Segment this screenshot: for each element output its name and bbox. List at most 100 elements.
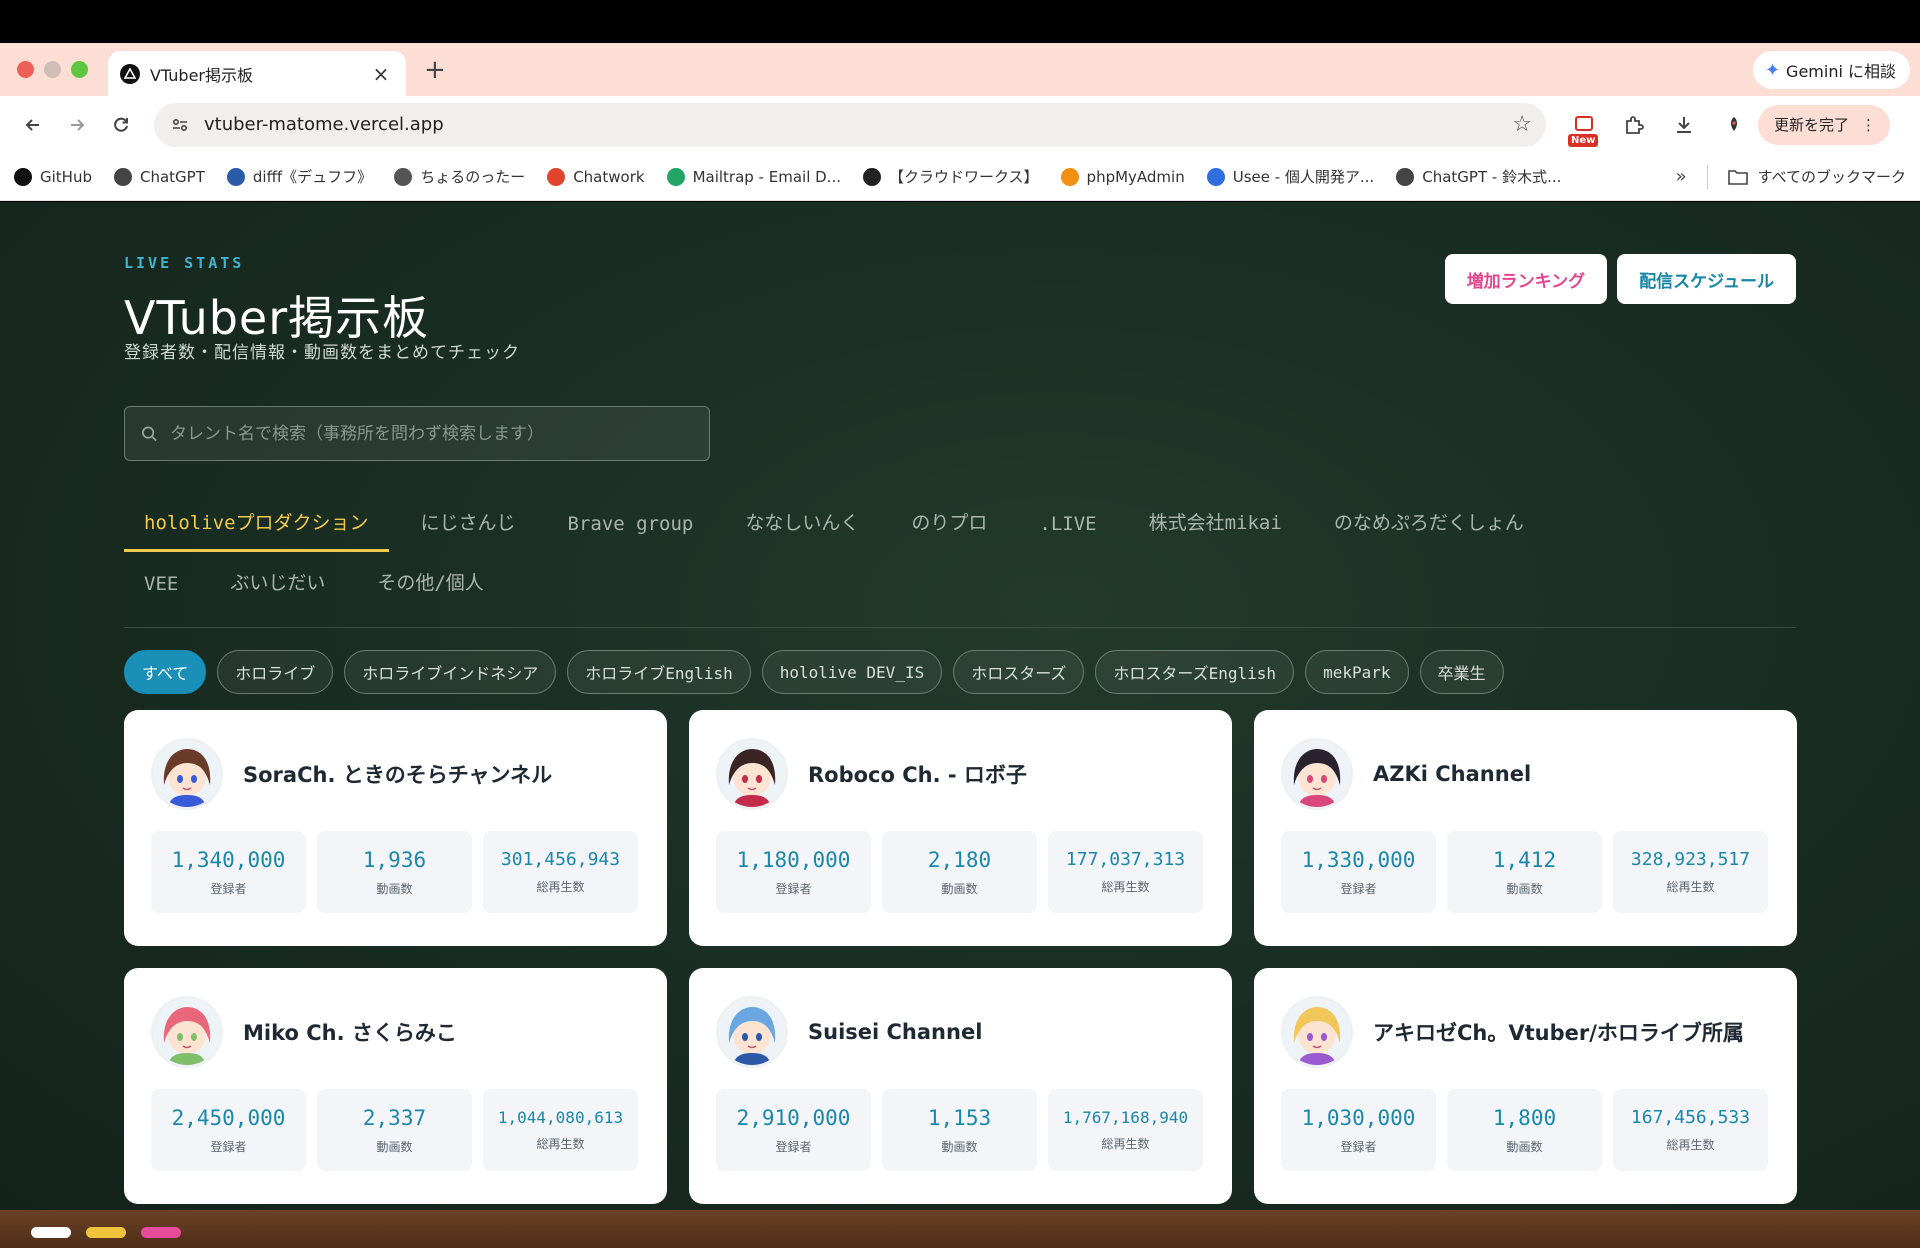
filter-chip[interactable]: ホロスターズ (953, 650, 1085, 694)
site-info-icon[interactable] (166, 111, 194, 139)
new-tab-button[interactable]: + (424, 57, 446, 83)
close-window-button[interactable] (17, 61, 34, 78)
browser-tab[interactable]: VTuber掲示板 × (108, 51, 406, 96)
bookmark-item[interactable]: phpMyAdmin (1060, 167, 1185, 186)
address-bar[interactable]: vtuber-matome.vercel.app ☆ (154, 102, 1546, 147)
update-chrome-button[interactable]: 更新を完了 ⋮ (1758, 104, 1891, 145)
card-header: Miko Ch. さくらみこ (151, 996, 640, 1068)
zoom-window-button[interactable] (71, 61, 88, 78)
reload-button[interactable] (104, 108, 138, 142)
channel-card[interactable]: アキロゼCh。Vtuber/ホロライブ所属 1,030,000 登録者 1,800 動画… (1254, 968, 1797, 1204)
browser-toolbar: vtuber-matome.vercel.app ☆ New 更新を完了 ⋮ (0, 96, 1920, 153)
filter-chip[interactable]: 卒業生 (1419, 650, 1504, 694)
filter-chip[interactable]: hololive DEV_IS (761, 650, 943, 694)
bookmarks-bar: GitHub ChatGPT difff《デュフフ》 ちょるのったー Chatwork M… (0, 153, 1920, 201)
total-views-stat: 328,923,517 総再生数 (1613, 831, 1768, 913)
channel-card[interactable]: Suisei Channel 2,910,000 登録者 1,153 動画数 1,767,… (689, 968, 1232, 1204)
difff-icon (226, 167, 245, 186)
stat-label: 動画数 (376, 881, 413, 896)
search-box (124, 406, 710, 461)
minimize-window-button[interactable] (44, 61, 61, 78)
all-bookmarks-label: すべてのブックマーク (1757, 168, 1906, 186)
stat-value: 1,044,080,613 (497, 1108, 624, 1127)
crowdworks-icon (862, 167, 881, 186)
back-button[interactable] (16, 108, 50, 142)
agency-tab[interactable]: VEE (124, 573, 198, 612)
dock-indicator-white (31, 1227, 71, 1238)
bottom-dock (0, 1210, 1920, 1248)
channel-card[interactable]: AZKi Channel 1,330,000 登録者 1,412 動画数 328,923,… (1254, 710, 1797, 946)
agency-tab[interactable]: .LIVE (1019, 513, 1116, 552)
bookmark-item[interactable]: Usee - 個人開発ア... (1206, 166, 1374, 187)
search-input[interactable] (170, 423, 693, 444)
bookmark-item[interactable]: Chatwork (547, 167, 645, 186)
url-text: vtuber-matome.vercel.app (204, 114, 444, 135)
stat-label: 総再生数 (1101, 1137, 1150, 1151)
more-bookmarks-icon[interactable]: » (1676, 166, 1687, 187)
folder-icon (1727, 169, 1748, 185)
downloads-button[interactable] (1668, 109, 1700, 141)
stat-label: 登録者 (210, 1139, 247, 1154)
filter-chip[interactable]: ホロライブ (217, 650, 334, 694)
stat-value: 1,180,000 (736, 847, 851, 872)
bookmark-item[interactable]: ChatGPT (113, 167, 205, 186)
tab-close-icon[interactable]: × (370, 62, 392, 86)
total-views-stat: 301,456,943 総再生数 (483, 831, 638, 913)
agency-tab[interactable]: ななしいんく (725, 508, 879, 552)
ranking-button[interactable]: 増加ランキング (1444, 254, 1608, 304)
bookmarks-divider (1706, 164, 1708, 189)
channel-stats: 2,450,000 登録者 2,337 動画数 1,044,080,613 総再生数 (151, 1089, 640, 1171)
filter-chip[interactable]: mekPark (1305, 650, 1409, 694)
group-filter-chips: すべて ホロライブ ホロライブインドネシア ホロライブEnglish hololive … (124, 650, 1504, 694)
agency-tabs-row-1: hololiveプロダクション にじさんじ Brave group ななしいんく のりプ… (124, 492, 1796, 552)
agency-tab[interactable]: 株式会社mikai (1129, 508, 1302, 552)
stat-label: 総再生数 (536, 880, 585, 894)
chatgpt-icon (1396, 167, 1415, 186)
stat-value: 2,180 (927, 847, 992, 872)
all-bookmarks-button[interactable]: すべてのブックマーク (1727, 166, 1906, 187)
stat-value: 1,153 (927, 1105, 992, 1130)
filter-chip[interactable]: ホロスターズEnglish (1095, 650, 1295, 694)
filter-chip[interactable]: ホロライブEnglish (567, 650, 751, 694)
schedule-button[interactable]: 配信スケジュール (1617, 254, 1796, 304)
channel-card[interactable]: Roboco Ch. - ロボ子 1,180,000 登録者 2,180 動画数 177,… (689, 710, 1232, 946)
agency-tab[interactable]: のりプロ (891, 508, 1007, 552)
channel-card[interactable]: SoraCh. ときのそらチャンネル 1,340,000 登録者 1,936 動画数 30… (124, 710, 667, 946)
page-subtitle: 登録者数・配信情報・動画数をまとめてチェック (124, 343, 520, 363)
channel-grid: SoraCh. ときのそらチャンネル 1,340,000 登録者 1,936 動画数 30… (124, 710, 1797, 1204)
bookmark-item[interactable]: 【クラウドワークス】 (862, 166, 1039, 187)
bookmark-item[interactable]: ChatGPT - 鈴木式... (1396, 166, 1561, 187)
bookmark-item[interactable]: ちょるのったー (394, 166, 525, 187)
agency-tab[interactable]: hololiveプロダクション (124, 508, 389, 552)
stat-value: 1,936 (362, 847, 427, 872)
extensions-button[interactable] (1618, 109, 1650, 141)
gemini-button[interactable]: ✦ Gemini に相談 (1752, 51, 1910, 89)
more-menu-icon[interactable]: ⋮ (1861, 116, 1876, 134)
chorunotter-icon (394, 167, 413, 186)
bookmark-item[interactable]: difff《デュフフ》 (226, 166, 373, 187)
filter-chip[interactable]: すべて (124, 650, 207, 694)
browser-tabbar: VTuber掲示板 × + ✦ Gemini に相談 (0, 43, 1920, 96)
channel-card[interactable]: Miko Ch. さくらみこ 2,450,000 登録者 2,337 動画数 1,044,… (124, 968, 667, 1204)
profile-extension-button[interactable] (1718, 109, 1750, 141)
agency-tab[interactable]: にじさんじ (401, 508, 536, 552)
filter-chip[interactable]: ホロライブインドネシア (344, 650, 557, 694)
forward-button[interactable] (60, 108, 94, 142)
agency-tab[interactable]: ぶいじだい (210, 568, 345, 612)
video-count-stat: 1,412 動画数 (1447, 831, 1602, 913)
channel-name: アキロゼCh。Vtuber/ホロライブ所属 (1373, 1021, 1744, 1045)
bookmark-item[interactable]: GitHub (14, 167, 92, 186)
stat-label: 登録者 (775, 1139, 812, 1154)
agency-tab[interactable]: Brave group (548, 513, 714, 552)
bookmark-label: difff《デュフフ》 (252, 168, 373, 186)
bookmark-item[interactable]: Mailtrap - Email D... (666, 167, 841, 186)
extension-new-button[interactable]: New (1568, 109, 1600, 147)
subscriber-stat: 1,180,000 登録者 (716, 831, 871, 913)
stat-label: 総再生数 (1101, 880, 1150, 894)
agency-tab[interactable]: のなめぷろだくしょん (1314, 508, 1544, 552)
stat-label: 動画数 (941, 881, 978, 896)
subscriber-stat: 2,910,000 登録者 (716, 1089, 871, 1171)
agency-tab[interactable]: その他/個人 (357, 568, 503, 612)
bookmark-star-icon[interactable]: ☆ (1512, 112, 1532, 137)
bookmark-label: phpMyAdmin (1086, 167, 1185, 186)
